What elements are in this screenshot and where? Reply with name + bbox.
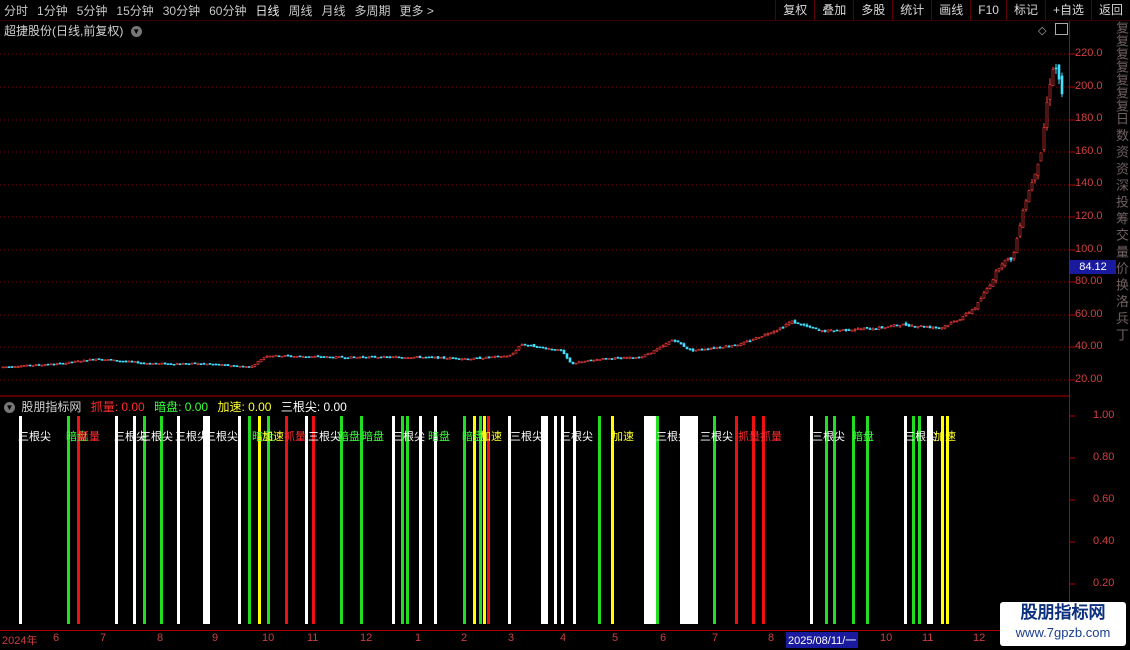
date-tick: 8 xyxy=(157,632,164,644)
date-tick: 4 xyxy=(560,632,567,644)
date-tick: 2024年 xyxy=(2,635,38,647)
signal-label: 暗盘 xyxy=(338,431,360,443)
signal-label: 三根尖 xyxy=(140,431,173,443)
signal-label: 三根尖 xyxy=(510,431,543,443)
window-icon[interactable] xyxy=(1055,23,1068,35)
date-tick: 9 xyxy=(212,632,219,644)
signal-label: 三根尖 xyxy=(656,431,689,443)
watermark-url: www.7gpzb.com xyxy=(1015,625,1111,640)
signal-label: 三根尖 xyxy=(392,431,425,443)
indicator-tick: 0.20 xyxy=(1093,577,1115,589)
signal-label: 暗盘 xyxy=(362,431,384,443)
date-tick: 12 xyxy=(973,632,986,644)
signal-label: 抓量 xyxy=(760,431,782,443)
chevron-down-icon[interactable]: ▼ xyxy=(130,26,142,38)
date-tick: 12 xyxy=(360,632,373,644)
indicator-tick: 1.00 xyxy=(1093,409,1115,421)
date-tick: 8 xyxy=(768,632,775,644)
date-tick: 6 xyxy=(53,632,60,644)
price-tick: 60.00 xyxy=(1075,308,1103,320)
signal-labels: 三根尖 暗盘 抓量 三根尖 三根尖 三根尖 三根尖 暗盘 加速 抓量 三根尖 暗… xyxy=(0,428,1070,443)
watermark-title: 股朋指标网 xyxy=(1020,603,1106,622)
date-tick: 10 xyxy=(262,632,275,644)
indicator-value-anpan: 暗盘: 0.00 xyxy=(154,400,209,414)
diamond-icon[interactable]: ◇ xyxy=(1038,24,1046,37)
date-tick: 1 xyxy=(415,632,422,644)
date-tick: 10 xyxy=(880,632,893,644)
stock-name-label: 超捷股份(日线,前复权) xyxy=(4,24,124,38)
date-tick: 7 xyxy=(712,632,719,644)
price-tick: 120.0 xyxy=(1075,210,1103,222)
current-price-tag: 84.12 xyxy=(1070,260,1116,274)
price-tick: 180.0 xyxy=(1075,112,1103,124)
price-tick: 100.0 xyxy=(1075,243,1103,255)
signal-label: 加速 xyxy=(262,431,284,443)
indicator-name[interactable]: 股朋指标网 xyxy=(21,400,81,414)
indicator-tick: 0.60 xyxy=(1093,493,1115,505)
price-tick: 140.0 xyxy=(1075,177,1103,189)
indicator-value-sangenjian: 三根尖: 0.00 xyxy=(280,400,347,414)
cursor-date-tag: 2025/08/11/一 xyxy=(786,632,859,648)
chart-title[interactable]: 超捷股份(日线,前复权) ▼ xyxy=(4,22,142,39)
date-tick: 2 xyxy=(461,632,468,644)
indicator-value-jiasu: 加速: 0.00 xyxy=(217,400,272,414)
date-tick: 7 xyxy=(100,632,107,644)
signal-label: 三根尖 xyxy=(700,431,733,443)
signal-label: 暗盘 xyxy=(852,431,874,443)
signal-label: 抓量 xyxy=(738,431,760,443)
date-tick: 11 xyxy=(922,632,934,644)
signal-label: 加速 xyxy=(934,431,956,443)
date-tick: 11 xyxy=(307,632,319,644)
signal-label: 三根尖 xyxy=(560,431,593,443)
signal-label: 三根尖 xyxy=(18,431,51,443)
signal-label: 三根尖 xyxy=(205,431,238,443)
signal-label: 暗盘 xyxy=(428,431,450,443)
signal-label: 加速 xyxy=(612,431,634,443)
indicator-header: ▼ 股朋指标网 抓量: 0.00 暗盘: 0.00 加速: 0.00 三根尖: … xyxy=(4,398,347,415)
signal-label: 三根尖 xyxy=(904,431,937,443)
price-tick: 40.00 xyxy=(1075,340,1103,352)
watermark-logo: 股朋指标网 www.7gpzb.com xyxy=(1000,602,1126,646)
price-tick: 80.00 xyxy=(1075,275,1103,287)
price-tick: 20.00 xyxy=(1075,373,1103,385)
signal-label: 三根尖 xyxy=(308,431,341,443)
price-tick: 160.0 xyxy=(1075,145,1103,157)
side-panel-tabs[interactable]: 复复复复复复复日 数 资 资 深 投 筹 交 量 价 换 洛 兵 丁 xyxy=(1116,21,1130,397)
date-tick: 3 xyxy=(508,632,515,644)
date-tick: 5 xyxy=(612,632,619,644)
indicator-tick: 0.80 xyxy=(1093,451,1115,463)
signal-label: 三根尖 xyxy=(812,431,845,443)
signal-label: 抓量 xyxy=(284,431,306,443)
date-tick: 6 xyxy=(660,632,667,644)
indicator-tick: 0.40 xyxy=(1093,535,1115,547)
indicator-value-zhualiang: 抓量: 0.00 xyxy=(90,400,145,414)
date-axis: 2024年 6 7 8 9 10 11 12 1 2 3 4 5 6 7 8 2… xyxy=(0,632,1070,648)
signal-label: 加速 xyxy=(480,431,502,443)
signal-label: 三根尖 xyxy=(175,431,208,443)
price-tick: 200.0 xyxy=(1075,80,1103,92)
signal-label: 抓量 xyxy=(78,431,100,443)
chevron-down-icon[interactable]: ▼ xyxy=(4,402,15,414)
price-tick: 220.0 xyxy=(1075,47,1103,59)
kline-chart[interactable] xyxy=(0,0,1130,650)
